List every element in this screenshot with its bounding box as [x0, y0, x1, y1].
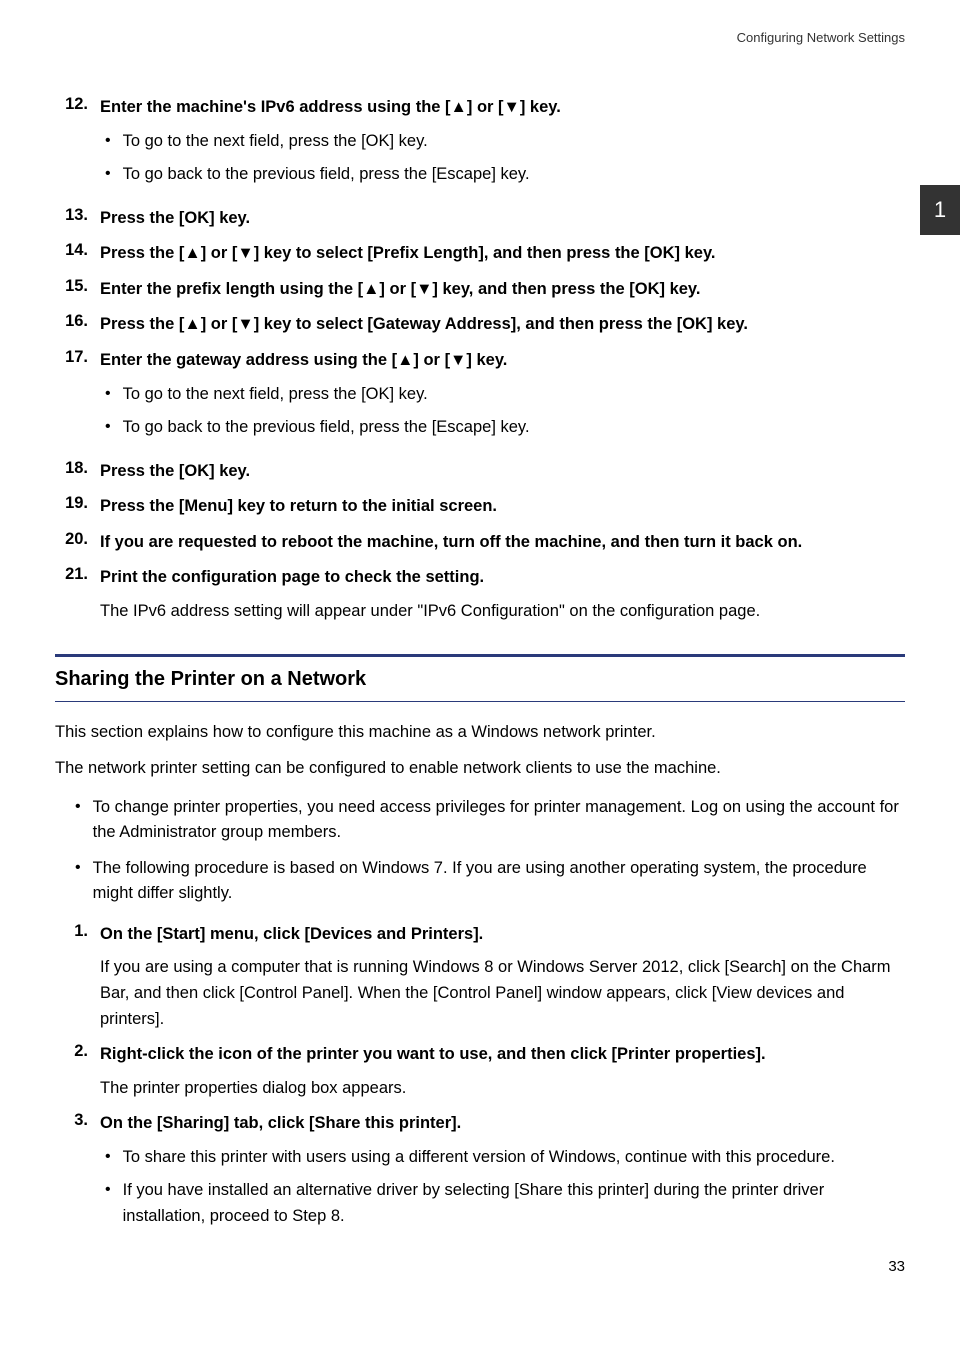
chapter-tab: 1: [920, 185, 960, 235]
step-number: 2.: [65, 1042, 100, 1061]
step-text: Print the configuration page to check th…: [100, 565, 905, 591]
step-12: 12. Enter the machine's IPv6 address usi…: [65, 95, 905, 196]
step-after-text: The IPv6 address setting will appear und…: [100, 599, 905, 625]
bullet-item: To go to the next field, press the [OK] …: [105, 129, 905, 155]
bullet-item: If you have installed an alternative dri…: [105, 1178, 905, 1229]
section-notes: To change printer properties, you need a…: [75, 795, 905, 907]
step-number: 13.: [65, 206, 100, 225]
bullet-item: To share this printer with users using a…: [105, 1145, 905, 1171]
step-after-text: The printer properties dialog box appear…: [100, 1076, 905, 1102]
step-number: 16.: [65, 312, 100, 331]
step-15: 15. Enter the prefix length using the [▲…: [65, 277, 905, 303]
step-text: Enter the machine's IPv6 address using t…: [100, 95, 905, 121]
step-after-text: If you are using a computer that is runn…: [100, 955, 905, 1032]
step-16: 16. Press the [▲] or [▼] key to select […: [65, 312, 905, 338]
step-18: 18. Press the [OK] key.: [65, 459, 905, 485]
step-13: 13. Press the [OK] key.: [65, 206, 905, 232]
step-text: Right-click the icon of the printer you …: [100, 1042, 905, 1068]
step-number: 15.: [65, 277, 100, 296]
step-text: Press the [OK] key.: [100, 206, 905, 232]
step-text: Press the [Menu] key to return to the in…: [100, 494, 905, 520]
step-text: On the [Start] menu, click [Devices and …: [100, 922, 905, 948]
section-header: Sharing the Printer on a Network: [55, 654, 905, 702]
sub-bullets: To go to the next field, press the [OK] …: [105, 382, 905, 441]
procedure-step-3: 3. On the [Sharing] tab, click [Share th…: [65, 1111, 905, 1237]
section-title: Sharing the Printer on a Network: [55, 668, 905, 691]
step-21: 21. Print the configuration page to chec…: [65, 565, 905, 624]
step-text: Enter the prefix length using the [▲] or…: [100, 277, 905, 303]
bullet-item: To go to the next field, press the [OK] …: [105, 382, 905, 408]
step-19: 19. Press the [Menu] key to return to th…: [65, 494, 905, 520]
procedure-step-2: 2. Right-click the icon of the printer y…: [65, 1042, 905, 1101]
step-number: 12.: [65, 95, 100, 114]
bullet-item: To go back to the previous field, press …: [105, 162, 905, 188]
section-paragraph: This section explains how to configure t…: [55, 720, 905, 746]
step-text: Press the [▲] or [▼] key to select [Gate…: [100, 312, 905, 338]
step-text: On the [Sharing] tab, click [Share this …: [100, 1111, 905, 1137]
step-14: 14. Press the [▲] or [▼] key to select […: [65, 241, 905, 267]
step-text: Enter the gateway address using the [▲] …: [100, 348, 905, 374]
page-header: Configuring Network Settings: [55, 30, 905, 45]
step-number: 19.: [65, 494, 100, 513]
instruction-list: 12. Enter the machine's IPv6 address usi…: [65, 95, 905, 624]
note-item: The following procedure is based on Wind…: [75, 856, 905, 907]
procedure-step-1: 1. On the [Start] menu, click [Devices a…: [65, 922, 905, 1032]
step-number: 21.: [65, 565, 100, 584]
procedure-list: 1. On the [Start] menu, click [Devices a…: [65, 922, 905, 1238]
step-number: 1.: [65, 922, 100, 941]
step-number: 17.: [65, 348, 100, 367]
step-number: 20.: [65, 530, 100, 549]
step-17: 17. Enter the gateway address using the …: [65, 348, 905, 449]
step-number: 3.: [65, 1111, 100, 1130]
page-number: 33: [888, 1258, 905, 1275]
step-number: 18.: [65, 459, 100, 478]
step-number: 14.: [65, 241, 100, 260]
step-text: If you are requested to reboot the machi…: [100, 530, 905, 556]
step-20: 20. If you are requested to reboot the m…: [65, 530, 905, 556]
section-paragraph: The network printer setting can be confi…: [55, 756, 905, 782]
note-item: To change printer properties, you need a…: [75, 795, 905, 846]
bullet-item: To go back to the previous field, press …: [105, 415, 905, 441]
step-text: Press the [▲] or [▼] key to select [Pref…: [100, 241, 905, 267]
step-text: Press the [OK] key.: [100, 459, 905, 485]
sub-bullets: To go to the next field, press the [OK] …: [105, 129, 905, 188]
sub-bullets: To share this printer with users using a…: [105, 1145, 905, 1230]
